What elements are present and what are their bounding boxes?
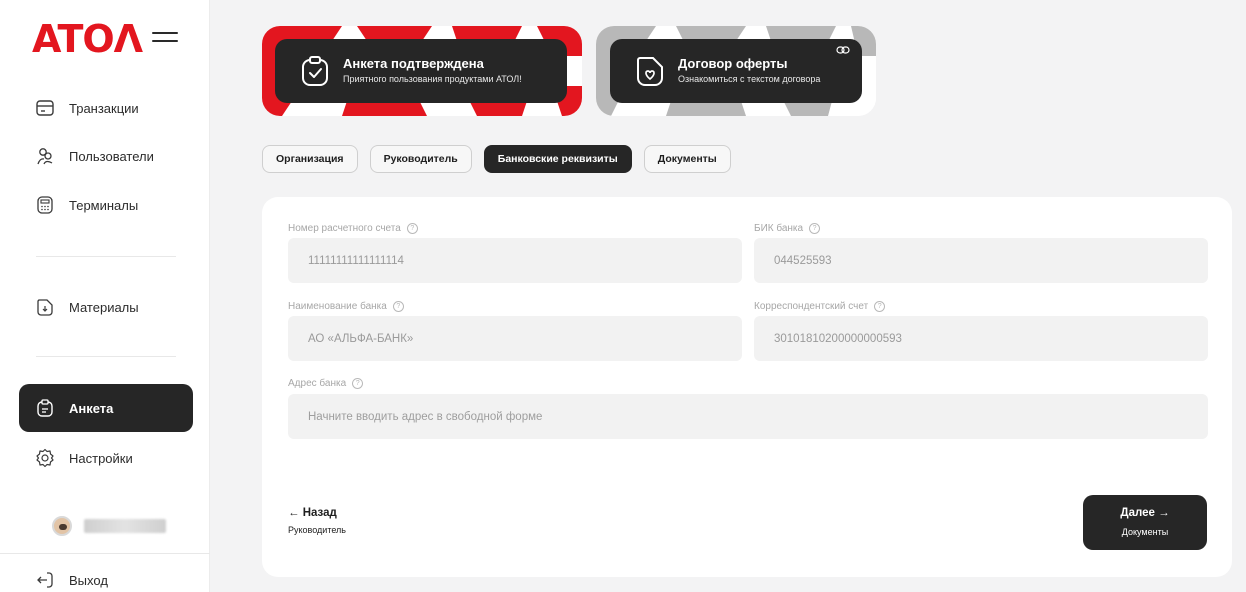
help-icon[interactable]: ? <box>406 223 418 234</box>
terminal-icon <box>35 195 55 215</box>
user-name-blurred <box>84 519 166 533</box>
link-icon <box>836 46 850 54</box>
help-icon[interactable]: ? <box>809 223 821 234</box>
next-button[interactable]: Далее → Документы <box>1083 495 1207 550</box>
logout-icon <box>35 570 55 590</box>
help-icon[interactable]: ? <box>392 301 404 312</box>
sidebar-divider <box>36 256 176 257</box>
sidebar-item-label: Материалы <box>69 299 139 315</box>
sidebar-item-form[interactable]: Анкета <box>19 384 193 432</box>
back-button[interactable]: ← Назад Руководитель <box>288 507 346 535</box>
sidebar-item-label: Пользователи <box>69 148 154 164</box>
tab-bank-details[interactable]: Банковские реквизиты <box>483 145 632 173</box>
sidebar-item-label: Транзакции <box>69 100 139 116</box>
tab-documents[interactable]: Документы <box>643 145 731 173</box>
sidebar-item-label: Настройки <box>69 450 133 466</box>
form-confirmed-card[interactable]: Анкета подтверждена Приятного пользовани… <box>275 39 567 103</box>
sidebar-divider <box>0 553 210 554</box>
clipboard-icon <box>35 398 55 418</box>
form-confirmed-title: Анкета подтверждена <box>343 56 484 72</box>
help-icon[interactable]: ? <box>352 378 364 389</box>
sidebar-divider <box>36 356 176 357</box>
account-number-label: Номер расчетного счета ? <box>288 223 418 234</box>
sidebar: ATOΛ Транзакции Пользователи Терминалы М… <box>0 0 210 592</box>
help-icon[interactable]: ? <box>874 301 886 312</box>
sidebar-item-terminals[interactable]: Терминалы <box>19 181 193 229</box>
users-icon <box>35 146 55 166</box>
bik-input[interactable] <box>754 238 1208 283</box>
bank-address-input[interactable] <box>288 394 1208 439</box>
offer-banner: Договор оферты Ознакомиться с текстом до… <box>596 26 876 116</box>
sidebar-item-label: Анкета <box>69 400 114 416</box>
gear-icon <box>35 448 55 468</box>
sidebar-item-transactions[interactable]: Транзакции <box>19 84 193 132</box>
clipboard-check-icon <box>302 56 328 86</box>
avatar <box>52 516 72 536</box>
bank-address-label: Адрес банка ? <box>288 378 364 389</box>
bank-details-panel: Номер расчетного счета ? БИК банка ? Наи… <box>262 197 1232 577</box>
bank-name-label: Наименование банка ? <box>288 301 404 312</box>
next-button-title: Далее → <box>1120 507 1170 519</box>
form-confirmed-subtitle: Приятного пользования продуктами АТОЛ! <box>343 74 522 85</box>
form-status-banner: Анкета подтверждена Приятного пользовани… <box>262 26 582 116</box>
main-content: Анкета подтверждена Приятного пользовани… <box>210 0 1246 592</box>
sidebar-item-label: Терминалы <box>69 197 139 213</box>
back-button-title: ← Назад <box>288 507 337 519</box>
menu-icon[interactable] <box>152 30 178 44</box>
form-tabs: Организация Руководитель Банковские рекв… <box>262 145 731 173</box>
sidebar-item-users[interactable]: Пользователи <box>19 132 193 180</box>
corr-account-label: Корреспондентский счет ? <box>754 301 886 312</box>
logout-label: Выход <box>69 572 108 588</box>
account-number-input[interactable] <box>288 238 742 283</box>
document-heart-icon <box>637 57 663 86</box>
back-button-subtitle: Руководитель <box>288 525 346 535</box>
tab-organization[interactable]: Организация <box>262 145 358 173</box>
sidebar-item-materials[interactable]: Материалы <box>19 283 193 331</box>
next-button-subtitle: Документы <box>1121 527 1169 537</box>
atol-logo[interactable]: ATOΛ <box>32 20 143 58</box>
sidebar-item-settings[interactable]: Настройки <box>19 434 193 482</box>
tab-director[interactable]: Руководитель <box>369 145 472 173</box>
document-icon <box>35 297 55 317</box>
offer-agreement-card[interactable]: Договор оферты Ознакомиться с текстом до… <box>610 39 862 103</box>
logout-button[interactable]: Выход <box>19 557 193 592</box>
user-profile[interactable] <box>52 516 166 536</box>
card-icon <box>35 98 55 118</box>
bank-name-input[interactable] <box>288 316 742 361</box>
offer-agreement-subtitle: Ознакомиться с текстом договора <box>678 74 821 85</box>
bik-label: БИК банка ? <box>754 223 821 234</box>
corr-account-input[interactable] <box>754 316 1208 361</box>
offer-agreement-title: Договор оферты <box>678 56 788 72</box>
